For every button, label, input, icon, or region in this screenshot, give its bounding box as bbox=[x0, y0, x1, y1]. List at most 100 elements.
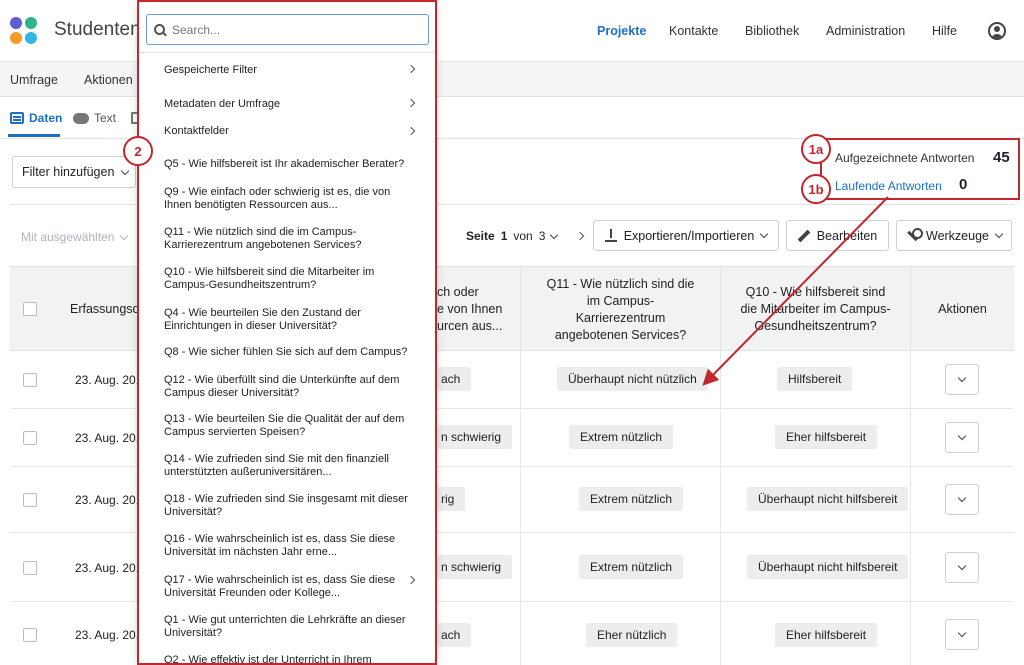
app-logo bbox=[10, 17, 38, 45]
menu-item-question[interactable]: Q12 - Wie überfüllt sind die Unterkünfte… bbox=[164, 374, 419, 400]
edit-label: Bearbeiten bbox=[816, 228, 878, 243]
answer-badge: Eher nützlich bbox=[586, 623, 678, 647]
answer-badge: Überhaupt nicht hilfsbereit bbox=[747, 555, 909, 579]
wrench-icon bbox=[906, 228, 923, 242]
nav-contacts[interactable]: Kontakte bbox=[669, 24, 718, 38]
response-date: 23. Aug. 201 bbox=[75, 373, 143, 387]
chevron-down-icon bbox=[760, 229, 769, 239]
tab-data-label: Daten bbox=[29, 111, 63, 125]
menu-item-question[interactable]: Q9 - Wie einfach oder schwierig ist es, … bbox=[164, 186, 419, 212]
row-checkbox[interactable] bbox=[23, 561, 37, 575]
callout-marker-1b: 1b bbox=[801, 174, 831, 204]
nav-administration[interactable]: Administration bbox=[826, 24, 905, 38]
callout-marker-1a: 1a bbox=[801, 134, 831, 164]
next-page-icon[interactable] bbox=[575, 231, 585, 241]
response-date: 23. Aug. 201 bbox=[75, 493, 143, 507]
menu-item-question[interactable]: Q18 - Wie zufrieden sind Sie insgesamt m… bbox=[164, 493, 419, 519]
select-all-checkbox[interactable] bbox=[23, 302, 37, 316]
row-actions-button[interactable] bbox=[945, 484, 979, 515]
add-filter-button[interactable]: Filter hinzufügen bbox=[12, 156, 136, 188]
row-actions-button[interactable] bbox=[945, 422, 979, 453]
search-input[interactable] bbox=[172, 22, 412, 37]
page-total[interactable]: 3 bbox=[539, 229, 546, 243]
chevron-down-icon bbox=[121, 166, 130, 175]
pencil-icon bbox=[798, 230, 810, 242]
with-selected-label: Mit ausgewählten bbox=[21, 230, 115, 244]
edit-button[interactable]: Bearbeiten bbox=[786, 220, 889, 251]
answer-badge: n schwierig bbox=[430, 555, 513, 579]
menu-item-contact-fields[interactable]: Kontaktfelder bbox=[164, 125, 419, 138]
row-checkbox[interactable] bbox=[23, 431, 37, 445]
answer-badge: Extrem nützlich bbox=[569, 425, 674, 449]
subnav-survey[interactable]: Umfrage bbox=[10, 73, 58, 87]
menu-item-question[interactable]: Q16 - Wie wahrscheinlich ist es, dass Si… bbox=[164, 533, 419, 559]
nav-library[interactable]: Bibliothek bbox=[745, 24, 799, 38]
answer-badge: Überhaupt nicht hilfsbereit bbox=[747, 487, 909, 511]
menu-item-question[interactable]: Q13 - Wie beurteilen Sie die Qualität de… bbox=[164, 413, 419, 439]
menu-item-question[interactable]: Q4 - Wie beurteilen Sie den Zustand der … bbox=[164, 307, 419, 333]
page-current: 1 bbox=[500, 229, 508, 243]
export-import-label: Exportieren/Importieren bbox=[623, 228, 755, 243]
row-actions-button[interactable] bbox=[945, 619, 979, 650]
project-title: Studenten bbox=[54, 19, 141, 40]
menu-item-question[interactable]: Q17 - Wie wahrscheinlich ist es, dass Si… bbox=[164, 574, 419, 600]
search-icon bbox=[154, 23, 166, 36]
menu-item-question[interactable]: Q10 - Wie hilfsbereit sind die Mitarbeit… bbox=[164, 266, 419, 292]
column-header-q9[interactable]: ch oder e von Ihnen urcen aus... bbox=[425, 267, 520, 352]
tools-label: Werkzeuge bbox=[926, 228, 989, 243]
tab-data[interactable]: Daten bbox=[10, 111, 62, 125]
chevron-down-icon bbox=[957, 431, 967, 441]
chevron-down-icon bbox=[120, 231, 129, 240]
row-checkbox[interactable] bbox=[23, 373, 37, 387]
chevron-down-icon bbox=[994, 229, 1004, 239]
answer-badge: Extrem nützlich bbox=[579, 487, 684, 511]
row-actions-button[interactable] bbox=[945, 552, 979, 583]
response-date: 23. Aug. 201 bbox=[75, 431, 143, 445]
column-header-date[interactable]: Erfassungsd bbox=[56, 267, 146, 352]
row-actions-button[interactable] bbox=[945, 364, 979, 395]
menu-item-survey-metadata[interactable]: Metadaten der Umfrage bbox=[164, 98, 419, 111]
menu-item-question[interactable]: Q8 - Wie sicher fühlen Sie sich auf dem … bbox=[164, 346, 419, 359]
tools-button[interactable]: Werkzeuge bbox=[896, 220, 1012, 251]
column-header-actions: Aktionen bbox=[910, 267, 1014, 352]
table-icon bbox=[10, 112, 24, 124]
chevron-down-icon[interactable] bbox=[550, 230, 559, 239]
export-import-button[interactable]: Exportieren/Importieren bbox=[593, 220, 779, 251]
menu-item-question[interactable]: Q1 - Wie gut unterrichten die Lehrkräfte… bbox=[164, 614, 419, 640]
column-header-q10[interactable]: Q10 - Wie hilfsbereit sind die Mitarbeit… bbox=[720, 267, 910, 352]
column-header-q11[interactable]: Q11 - Wie nützlich sind die im Campus-Ka… bbox=[520, 267, 720, 352]
subnav-actions[interactable]: Aktionen bbox=[84, 73, 133, 87]
callout-highlight-box bbox=[820, 138, 1020, 200]
nav-help[interactable]: Hilfe bbox=[932, 24, 957, 38]
menu-item-question[interactable]: Q5 - Wie hilfsbereit ist Ihr akademische… bbox=[164, 158, 419, 171]
answer-badge: n schwierig bbox=[430, 425, 513, 449]
with-selected-dropdown: Mit ausgewählten bbox=[21, 230, 129, 244]
filter-dropdown-menu: Gespeicherte Filter Metadaten der Umfrag… bbox=[137, 0, 437, 665]
tab-text-label: Text bbox=[94, 111, 117, 125]
filter-search-field[interactable] bbox=[146, 14, 429, 45]
chevron-down-icon bbox=[957, 628, 967, 638]
answer-badge: Extrem nützlich bbox=[579, 555, 684, 579]
page-of: von bbox=[513, 229, 533, 243]
pagination: Seite 1 von 3 bbox=[466, 229, 559, 243]
nav-projects[interactable]: Projekte bbox=[597, 24, 646, 38]
menu-item-question[interactable]: Q14 - Wie zufrieden sind Sie mit den fin… bbox=[164, 453, 419, 479]
answer-badge: Eher hilfsbereit bbox=[775, 425, 878, 449]
active-tab-indicator bbox=[8, 134, 60, 137]
menu-divider bbox=[139, 52, 435, 53]
answer-badge: Überhaupt nicht nützlich bbox=[557, 367, 708, 391]
answer-badge: Hilfsbereit bbox=[777, 367, 853, 391]
menu-item-question[interactable]: Q11 - Wie nützlich sind die im Campus-Ka… bbox=[164, 226, 419, 252]
download-icon bbox=[604, 229, 617, 242]
chevron-down-icon bbox=[957, 493, 967, 503]
row-checkbox[interactable] bbox=[23, 493, 37, 507]
row-checkbox[interactable] bbox=[23, 628, 37, 642]
page-label: Seite bbox=[466, 229, 495, 243]
response-date: 23. Aug. 201 bbox=[75, 628, 143, 642]
user-profile-icon[interactable] bbox=[988, 22, 1006, 40]
answer-badge: Eher hilfsbereit bbox=[775, 623, 878, 647]
menu-item-saved-filters[interactable]: Gespeicherte Filter bbox=[164, 64, 419, 77]
tab-text[interactable]: Text bbox=[73, 111, 116, 125]
menu-item-question[interactable]: Q2 - Wie effektiv ist der Unterricht in … bbox=[164, 654, 419, 663]
response-date: 23. Aug. 201 bbox=[75, 561, 143, 575]
